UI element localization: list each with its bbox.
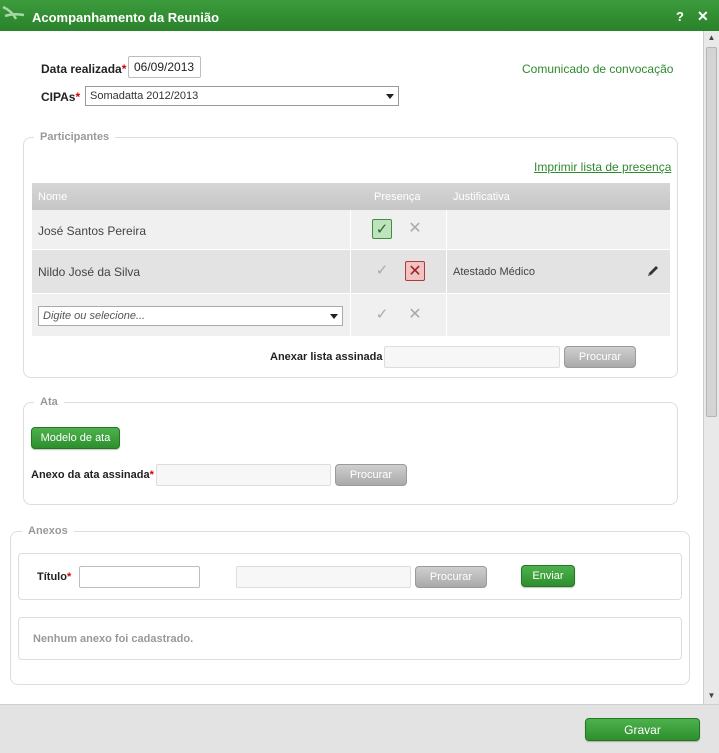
procurar-lista-button[interactable]: Procurar (564, 346, 636, 368)
chevron-down-icon (386, 93, 394, 99)
anexos-empty-box: Nenhum anexo foi cadastrado. (18, 617, 682, 660)
edit-pencil-icon[interactable] (646, 264, 660, 278)
participante-nome: José Santos Pereira (38, 224, 147, 238)
participante-select-placeholder: Digite ou selecione... (43, 310, 146, 322)
dialog-footer: Gravar (0, 704, 719, 753)
presente-check-icon[interactable]: ✓ (372, 305, 392, 325)
presente-check-icon[interactable]: ✓ (372, 261, 392, 281)
enviar-button[interactable]: Enviar (521, 565, 575, 587)
gravar-button[interactable]: Gravar (585, 718, 700, 741)
presente-check-icon[interactable]: ✓ (372, 219, 392, 239)
ata-fieldset (23, 402, 678, 505)
justificativa-text: Atestado Médico (453, 266, 535, 278)
col-justificativa: Justificativa (453, 191, 510, 203)
participante-nome: Nildo José da Silva (38, 265, 141, 279)
app-logo-icon (2, 5, 25, 20)
titulo-input[interactable] (79, 566, 200, 588)
ausente-x-icon[interactable]: ✕ (405, 305, 425, 325)
participantes-table: Nome Presença Justificativa José Santos … (32, 183, 670, 337)
anexar-lista-label: Anexar lista assinada (270, 351, 383, 363)
table-row: Nildo José da Silva ✓ ✕ Atestado Médico (32, 250, 670, 294)
ausente-x-icon[interactable]: ✕ (405, 261, 425, 281)
ausente-x-icon[interactable]: ✕ (405, 219, 425, 239)
ata-legend: Ata (34, 396, 64, 408)
cipas-label: CIPAs* (41, 90, 81, 104)
cipas-selected-value: Somadatta 2012/2013 (90, 90, 199, 102)
titulo-label: Título* (37, 571, 72, 583)
anexar-lista-file-input[interactable] (384, 346, 560, 368)
window-title: Acompanhamento da Reunião (32, 10, 220, 25)
anexo-ata-file-input[interactable] (156, 464, 331, 486)
window-titlebar: Acompanhamento da Reunião ? ✕ (0, 0, 719, 31)
scroll-down-arrow-icon[interactable]: ▼ (704, 689, 719, 703)
data-realizada-input[interactable]: 06/09/2013 (128, 56, 201, 78)
anexos-empty-message: Nenhum anexo foi cadastrado. (33, 633, 194, 645)
table-row: José Santos Pereira ✓ ✕ (32, 210, 670, 250)
anexo-ata-label: Anexo da ata assinada* (31, 469, 154, 481)
col-nome: Nome (38, 191, 68, 203)
participantes-legend: Participantes (34, 131, 116, 143)
data-realizada-label: Data realizada* (41, 62, 127, 76)
help-icon[interactable]: ? (676, 9, 684, 24)
dialog-content: Data realizada* 06/09/2013 Comunicado de… (0, 31, 703, 704)
scroll-up-arrow-icon[interactable]: ▲ (704, 31, 719, 45)
table-header: Nome Presença Justificativa (32, 183, 670, 210)
anexo-file-input[interactable] (236, 566, 411, 588)
comunicado-convocacao-link[interactable]: Comunicado de convocação (522, 62, 673, 76)
participante-select[interactable]: Digite ou selecione... (38, 306, 343, 326)
vertical-scrollbar[interactable]: ▲ ▼ (703, 31, 719, 704)
procurar-ata-button[interactable]: Procurar (335, 464, 407, 486)
close-icon[interactable]: ✕ (697, 8, 709, 25)
table-row-new: Digite ou selecione... ✓ ✕ (32, 294, 670, 337)
cipas-select[interactable]: Somadatta 2012/2013 (85, 86, 399, 106)
procurar-anexo-button[interactable]: Procurar (415, 566, 487, 588)
chevron-down-icon (330, 313, 338, 319)
imprimir-lista-link[interactable]: Imprimir lista de presença (534, 160, 671, 174)
modelo-ata-button[interactable]: Modelo de ata (31, 427, 120, 449)
anexos-legend: Anexos (22, 525, 74, 537)
scrollbar-thumb[interactable] (706, 47, 717, 417)
col-presenca: Presença (374, 191, 421, 203)
